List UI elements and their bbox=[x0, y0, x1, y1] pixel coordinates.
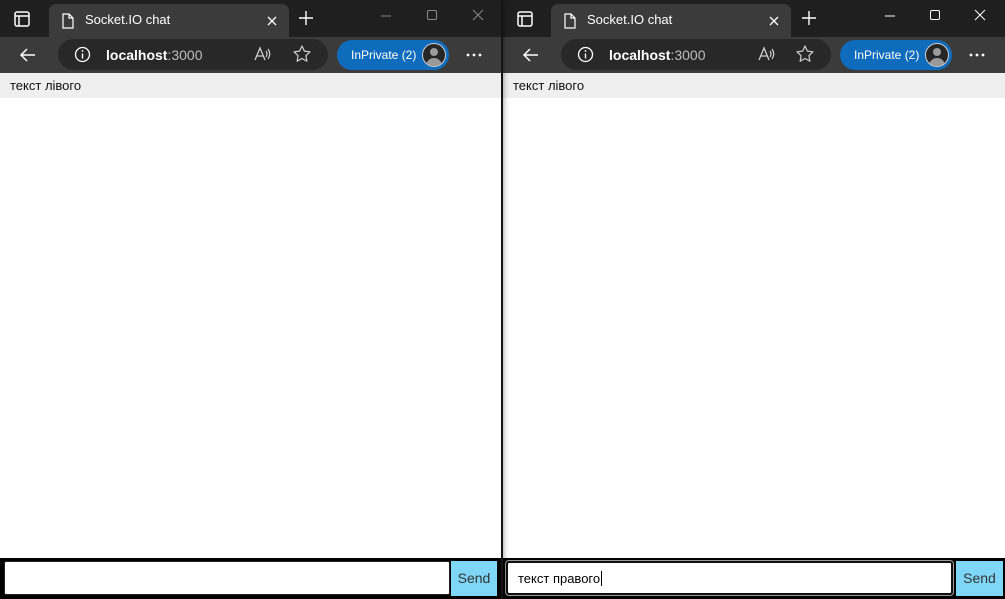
inprivate-button[interactable]: InPrivate (2) bbox=[840, 40, 952, 70]
text-caret bbox=[601, 571, 603, 586]
tab-actions-icon[interactable] bbox=[12, 9, 32, 29]
toolbar: localhost:3000 InPrivate (2) bbox=[503, 37, 1005, 73]
maximize-icon[interactable] bbox=[422, 8, 442, 24]
message-input[interactable]: текст правого bbox=[505, 560, 954, 596]
more-icon[interactable] bbox=[968, 53, 986, 57]
url-port: :3000 bbox=[670, 47, 706, 63]
read-aloud-icon[interactable] bbox=[757, 44, 777, 64]
back-arrow-icon[interactable] bbox=[521, 45, 541, 65]
browser-tab[interactable]: Socket.IO chat bbox=[49, 4, 289, 37]
message-item: текст лівого bbox=[503, 73, 1005, 98]
window-close-icon[interactable] bbox=[970, 8, 990, 24]
page-icon bbox=[563, 13, 577, 29]
address-bar[interactable]: localhost:3000 bbox=[58, 39, 328, 70]
close-icon[interactable] bbox=[265, 14, 279, 28]
read-aloud-icon[interactable] bbox=[253, 44, 273, 64]
tab-actions-icon[interactable] bbox=[515, 9, 535, 29]
message-input[interactable] bbox=[4, 561, 450, 595]
message-list: текст лівого bbox=[503, 73, 1005, 98]
send-button[interactable]: Send bbox=[451, 561, 497, 596]
message-item: текст лівого bbox=[0, 73, 501, 98]
info-icon[interactable] bbox=[577, 46, 594, 63]
title-bar: Socket.IO chat bbox=[0, 0, 501, 37]
page-content: текст лівого текст правого Send bbox=[503, 73, 1005, 599]
toolbar: localhost:3000 InPrivate (2) bbox=[0, 37, 501, 73]
plus-icon[interactable] bbox=[298, 10, 314, 26]
browser-tab[interactable]: Socket.IO chat bbox=[551, 4, 791, 37]
browser-window-right: Socket.IO chat localhost:3000 InPrivate … bbox=[503, 0, 1005, 599]
window-close-icon[interactable] bbox=[468, 8, 488, 24]
tab-title: Socket.IO chat bbox=[85, 12, 171, 27]
info-icon[interactable] bbox=[74, 46, 91, 63]
chat-form: Send bbox=[0, 558, 501, 599]
page-content: текст лівого Send bbox=[0, 73, 501, 599]
url-text: localhost:3000 bbox=[609, 47, 706, 63]
avatar bbox=[925, 43, 949, 67]
star-icon[interactable] bbox=[795, 44, 815, 64]
url-host: localhost bbox=[609, 47, 671, 63]
star-icon[interactable] bbox=[292, 44, 312, 64]
url-text: localhost:3000 bbox=[106, 47, 203, 63]
tab-title: Socket.IO chat bbox=[587, 12, 673, 27]
url-host: localhost bbox=[106, 47, 168, 63]
plus-icon[interactable] bbox=[801, 10, 817, 26]
close-icon[interactable] bbox=[767, 14, 781, 28]
avatar bbox=[422, 43, 446, 67]
inprivate-label: InPrivate (2) bbox=[854, 48, 920, 62]
browser-window-left: Socket.IO chat localhost:3000 InPrivate … bbox=[0, 0, 501, 599]
maximize-icon[interactable] bbox=[925, 8, 945, 24]
back-arrow-icon[interactable] bbox=[18, 45, 38, 65]
address-bar[interactable]: localhost:3000 bbox=[561, 39, 831, 70]
chat-form: текст правого Send bbox=[503, 558, 1005, 599]
page-icon bbox=[61, 13, 75, 29]
minimize-icon[interactable] bbox=[880, 8, 900, 24]
message-list: текст лівого bbox=[0, 73, 501, 98]
send-button[interactable]: Send bbox=[956, 561, 1003, 596]
url-port: :3000 bbox=[167, 47, 203, 63]
more-icon[interactable] bbox=[465, 53, 483, 57]
message-input-value: текст правого bbox=[518, 571, 601, 586]
title-bar: Socket.IO chat bbox=[503, 0, 1005, 37]
inprivate-button[interactable]: InPrivate (2) bbox=[337, 40, 449, 70]
inprivate-label: InPrivate (2) bbox=[351, 48, 417, 62]
minimize-icon[interactable] bbox=[376, 8, 396, 24]
